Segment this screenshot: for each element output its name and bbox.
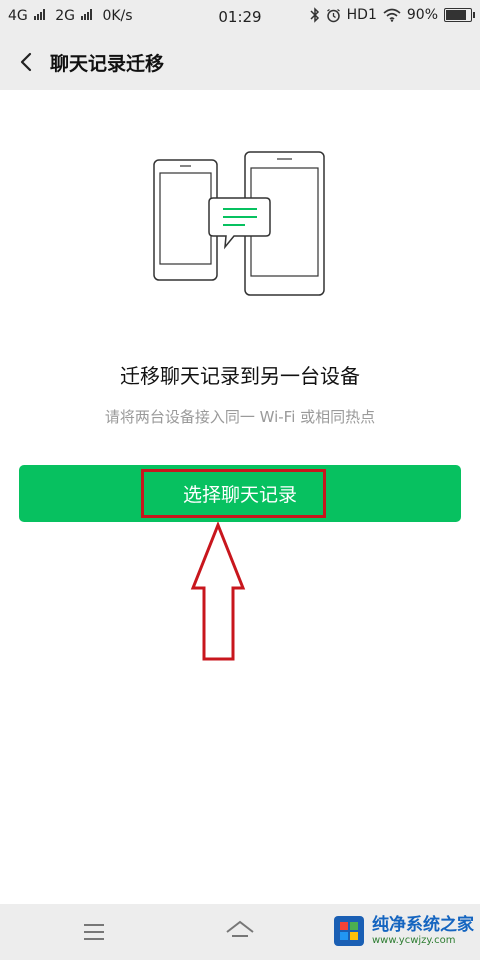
small-phone-icon (153, 159, 218, 281)
hd-label: HD1 (346, 7, 377, 23)
battery-percent: 90% (406, 7, 438, 23)
watermark: 纯净系统之家 www.ycwjzy.com (332, 914, 474, 948)
wifi-icon (383, 8, 401, 22)
windows-logo-icon (334, 916, 364, 946)
battery-fill (446, 10, 466, 20)
watermark-title: 纯净系统之家 (372, 914, 474, 935)
status-bar: 4G 2G 0K/s 01:29 HD1 90% (0, 0, 480, 34)
back-button[interactable] (6, 42, 46, 82)
nav-bar: 聊天记录迁移 (0, 34, 480, 90)
battery-icon (444, 8, 475, 22)
up-arrow-annotation (190, 522, 246, 661)
menu-icon[interactable] (82, 921, 106, 943)
watermark-url: www.ycwjzy.com (372, 934, 456, 946)
status-right: HD1 90% (310, 7, 475, 23)
home-icon[interactable] (224, 919, 256, 945)
migration-heading: 迁移聊天记录到另一台设备 (120, 364, 360, 388)
highlight-annotation (141, 469, 326, 518)
phone-migration-illustration (153, 151, 325, 296)
system-nav-bar: 纯净系统之家 www.ycwjzy.com (0, 904, 480, 960)
watermark-text: 纯净系统之家 www.ycwjzy.com (372, 914, 474, 946)
migration-hint: 请将两台设备接入同一 Wi-Fi 或相同热点 (104, 408, 376, 426)
page-title: 聊天记录迁移 (50, 52, 165, 75)
alarm-icon (326, 8, 340, 22)
bluetooth-icon (310, 7, 319, 23)
chevron-left-icon (20, 52, 32, 72)
